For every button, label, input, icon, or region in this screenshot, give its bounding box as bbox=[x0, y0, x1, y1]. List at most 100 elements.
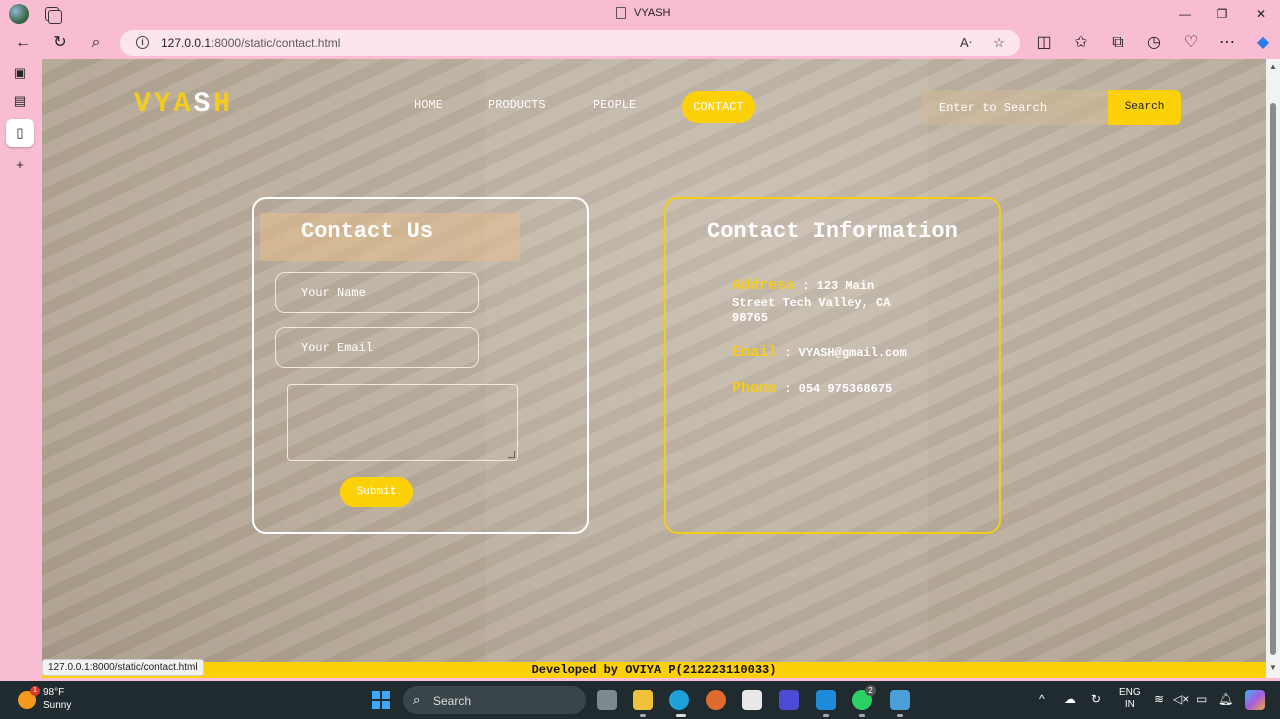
nav-products[interactable]: PRODUCTS bbox=[488, 98, 546, 112]
nav-people[interactable]: PEOPLE bbox=[593, 98, 636, 112]
phone-label: Phone bbox=[732, 380, 778, 397]
email-field[interactable] bbox=[275, 327, 479, 368]
site-search-input[interactable] bbox=[922, 90, 1110, 125]
phone-line: Phone : 054 975368675 bbox=[732, 381, 892, 397]
name-field[interactable] bbox=[275, 272, 479, 313]
name-input[interactable] bbox=[276, 273, 478, 312]
new-tab-plus-icon[interactable]: + bbox=[11, 156, 29, 174]
windows-taskbar: 1 98°F Sunny ⌕ Search 2 ^ ☁ ↻ ENG IN ≋ ◁… bbox=[0, 681, 1280, 719]
address-line-3: 98765 bbox=[732, 311, 769, 325]
weather-description[interactable]: Sunny bbox=[43, 700, 71, 711]
profile-avatar[interactable] bbox=[9, 4, 29, 24]
message-textarea[interactable] bbox=[288, 385, 517, 460]
site-search-button[interactable]: Search bbox=[1108, 90, 1181, 125]
scroll-down-arrow-icon[interactable]: ▼ bbox=[1269, 664, 1277, 672]
refresh-icon[interactable]: ↻ bbox=[50, 33, 70, 53]
back-arrow-icon[interactable]: ← bbox=[13, 33, 33, 53]
address-value: : 123 Main bbox=[802, 279, 875, 293]
site-logo[interactable]: VYASH bbox=[134, 89, 233, 120]
message-field[interactable] bbox=[287, 384, 518, 461]
start-windows-icon[interactable] bbox=[372, 691, 390, 709]
store-icon[interactable] bbox=[742, 690, 762, 710]
minimize-button[interactable]: — bbox=[1176, 6, 1194, 22]
favorite-star-icon[interactable]: ☆ bbox=[990, 34, 1008, 52]
email-input[interactable] bbox=[276, 328, 478, 367]
contact-info-card bbox=[664, 197, 1001, 534]
language-indicator[interactable]: ENG IN bbox=[1119, 687, 1141, 711]
taskbar-search-icon: ⌕ bbox=[413, 692, 421, 707]
split-screen-icon[interactable]: ◫ bbox=[1034, 33, 1054, 53]
read-aloud-icon[interactable]: Aᐧ bbox=[957, 34, 975, 52]
link-status-bar: 127.0.0.1:8000/static/contact.html bbox=[42, 659, 204, 676]
battery-icon[interactable]: ▭ bbox=[1196, 692, 1207, 706]
weather-temperature[interactable]: 98°F bbox=[43, 687, 64, 698]
edge-browser-icon[interactable] bbox=[669, 690, 689, 710]
wifi-icon[interactable]: ≋ bbox=[1154, 692, 1164, 706]
more-menu-icon[interactable]: ⋯ bbox=[1217, 33, 1237, 53]
address-url[interactable]: 127.0.0.1:8000/static/contact.html bbox=[161, 36, 340, 50]
tab-actions-icon[interactable] bbox=[45, 7, 62, 24]
nav-home[interactable]: HOME bbox=[414, 98, 443, 112]
scroll-up-arrow-icon[interactable]: ▲ bbox=[1269, 63, 1277, 71]
address-bar[interactable]: i 127.0.0.1:8000/static/contact.html Aᐧ … bbox=[120, 30, 1020, 56]
tab-title-text: VYASH bbox=[634, 7, 671, 19]
vscode-indicator bbox=[823, 714, 829, 717]
notepad-indicator bbox=[897, 714, 903, 717]
address-line: Address : 123 Main bbox=[732, 278, 874, 294]
collections-icon[interactable]: ⧉ bbox=[1108, 33, 1128, 53]
page-tab-icon[interactable]: ▯ bbox=[11, 124, 29, 142]
notepad-icon[interactable] bbox=[890, 690, 910, 710]
browser-titlebar: VYASH — ❐ ✕ bbox=[0, 0, 1280, 28]
volume-muted-icon[interactable]: ◁× bbox=[1173, 692, 1189, 706]
copilot-icon[interactable]: ◆ bbox=[1253, 33, 1273, 53]
dev-app-icon[interactable] bbox=[779, 690, 799, 710]
sync-app-icon[interactable] bbox=[706, 690, 726, 710]
email-line: Email : VYASH@gmail.com bbox=[732, 345, 907, 361]
page-icon bbox=[616, 7, 626, 19]
tab-panel-icon[interactable]: ▣ bbox=[11, 64, 29, 82]
vscode-icon[interactable] bbox=[816, 690, 836, 710]
nav-contact[interactable]: CONTACT bbox=[682, 91, 755, 123]
search-icon[interactable]: ⌕ bbox=[86, 33, 106, 53]
address-label: Address bbox=[732, 277, 796, 294]
notification-bell-icon[interactable]: 🔔︎ bbox=[1218, 692, 1233, 706]
page-footer: Developed by OVIYA P(212223110033) bbox=[42, 662, 1266, 678]
maximize-button[interactable]: ❐ bbox=[1213, 6, 1231, 22]
close-window-button[interactable]: ✕ bbox=[1252, 6, 1270, 22]
scroll-thumb[interactable] bbox=[1270, 103, 1276, 655]
active-tab[interactable]: VYASH bbox=[616, 7, 670, 19]
address-line-2: Street Tech Valley, CA bbox=[732, 296, 891, 310]
onedrive-cloud-icon[interactable]: ☁ bbox=[1064, 692, 1076, 706]
taskbar-search[interactable]: ⌕ Search bbox=[403, 686, 586, 714]
copilot-taskbar-icon[interactable] bbox=[1245, 690, 1265, 710]
weather-badge: 1 bbox=[30, 686, 40, 696]
email-value: : VYASH@gmail.com bbox=[784, 346, 907, 360]
taskbar-search-label: Search bbox=[433, 694, 472, 708]
file-explorer-icon[interactable] bbox=[633, 690, 653, 710]
contact-form-title: Contact Us bbox=[301, 219, 434, 244]
workspaces-icon[interactable]: ▤ bbox=[11, 92, 29, 110]
region-code: IN bbox=[1124, 699, 1135, 710]
phone-value: : 054 975368675 bbox=[784, 382, 893, 396]
submit-button[interactable]: Submit bbox=[340, 477, 413, 507]
browser-toolbar: ← ↻ ⌕ i 127.0.0.1:8000/static/contact.ht… bbox=[0, 28, 1280, 58]
vertical-tabs-sidebar: ▣ ▤ ▯ + bbox=[0, 58, 42, 678]
task-view-icon[interactable] bbox=[597, 690, 617, 710]
favorites-icon[interactable]: ✩ bbox=[1071, 33, 1091, 53]
resize-grip-icon[interactable] bbox=[508, 451, 515, 458]
site-search-box[interactable] bbox=[922, 90, 1110, 125]
edge-active-indicator bbox=[676, 714, 686, 717]
web-page: VYASH HOME PRODUCTS PEOPLE CONTACT Searc… bbox=[42, 59, 1266, 678]
file-explorer-indicator bbox=[640, 714, 646, 717]
whatsapp-badge: 2 bbox=[865, 685, 876, 696]
show-hidden-icons-chevron-icon[interactable]: ^ bbox=[1039, 692, 1045, 706]
browser-essentials-icon[interactable]: ♡ bbox=[1181, 33, 1201, 53]
sync-tray-icon[interactable]: ↻ bbox=[1091, 692, 1101, 706]
whatsapp-indicator bbox=[859, 714, 865, 717]
contact-info-title: Contact Information bbox=[707, 219, 958, 244]
history-icon[interactable]: ◷ bbox=[1144, 33, 1164, 53]
page-scrollbar[interactable]: ▲ ▼ bbox=[1266, 59, 1280, 678]
language-code: ENG bbox=[1119, 687, 1141, 698]
email-label: Email bbox=[732, 344, 778, 361]
site-info-icon[interactable]: i bbox=[136, 36, 149, 49]
